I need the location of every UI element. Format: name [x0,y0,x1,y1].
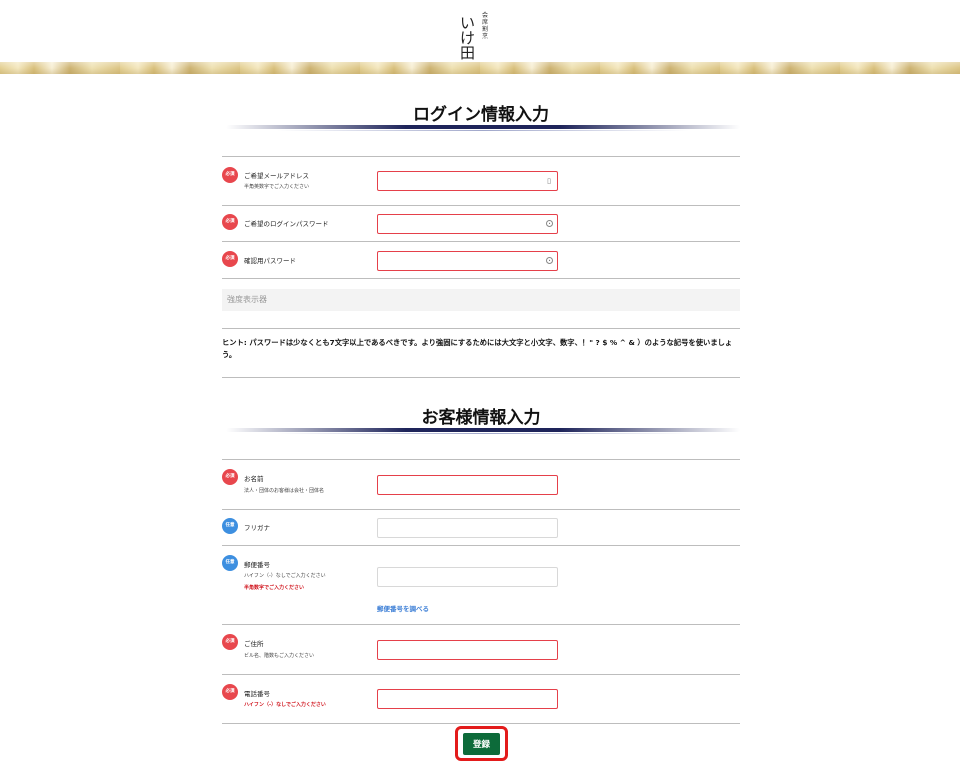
divider [222,545,740,546]
gold-decorative-band [0,62,960,74]
divider [222,278,740,279]
furigana-input[interactable] [377,518,558,538]
zip-lookup-link[interactable]: 郵便番号を調べる [377,603,429,613]
site-header: いけ田 会席割烹 [0,0,960,62]
name-sublabel: 法人・団体のお客様は会社・団体名 [244,488,325,494]
eye-icon[interactable]: • [546,220,553,227]
password-hint: ヒント: パスワードは少なくとも7文字以上であるべきです。より強固にするためには… [222,338,733,359]
required-badge: 必須 [222,167,238,183]
email-label: ご希望メールアドレス [244,172,309,180]
divider [222,241,740,242]
divider [222,674,740,675]
divider [222,459,740,460]
confirm-password-label: 確認用パスワード [244,257,296,265]
address-label: ご住所 [244,640,264,648]
optional-badge: 任意 [222,555,238,571]
postal-code-label: 郵便番号 [244,561,270,569]
password-label: ご希望のログインパスワード [244,220,329,228]
divider [222,328,740,329]
submit-highlight: 登録 [455,726,508,761]
contact-card-icon[interactable]: ▯ [544,176,554,186]
divider [222,156,740,157]
site-logo[interactable]: いけ田 会席割烹 [454,10,508,61]
furigana-label: フリガナ [244,524,270,532]
optional-badge: 任意 [222,518,238,534]
name-input[interactable] [377,475,558,495]
login-section-title: ログイン情報入力 [413,105,549,125]
required-badge: 必須 [222,634,238,650]
phone-label: 電話番号 [244,690,270,698]
postal-code-note: 半角数字でご入力ください [244,585,305,591]
phone-note: ハイフン（-）なしでご入力ください [244,702,326,708]
name-label: お名前 [244,475,264,483]
divider [222,377,740,378]
required-badge: 必須 [222,684,238,700]
email-input[interactable] [377,171,558,191]
postal-code-input[interactable] [377,567,558,587]
register-button[interactable]: 登録 [463,733,500,755]
divider [222,509,740,510]
email-sublabel: 半角英数字でご入力ください [244,184,310,190]
divider [222,723,740,724]
customer-section-title: お客様情報入力 [421,408,541,428]
customer-title-rule [226,428,740,434]
required-badge: 必須 [222,469,238,485]
required-badge: 必須 [222,251,238,267]
address-sublabel: ビル名、階数もご入力ください [244,653,315,659]
required-badge: 必須 [222,214,238,230]
login-title-rule [226,125,740,131]
logo-main-text: いけ田 [459,14,475,62]
eye-icon[interactable]: • [546,257,553,264]
password-strength-meter: 強度表示器 [222,289,740,311]
divider [222,205,740,206]
postal-code-sublabel: ハイフン（-）なしでご入力ください [244,573,326,579]
phone-input[interactable] [377,689,558,709]
password-input[interactable] [377,214,558,234]
confirm-password-input[interactable] [377,251,558,271]
divider [222,624,740,625]
address-input[interactable] [377,640,558,660]
logo-sub-text: 会席割烹 [482,12,489,40]
